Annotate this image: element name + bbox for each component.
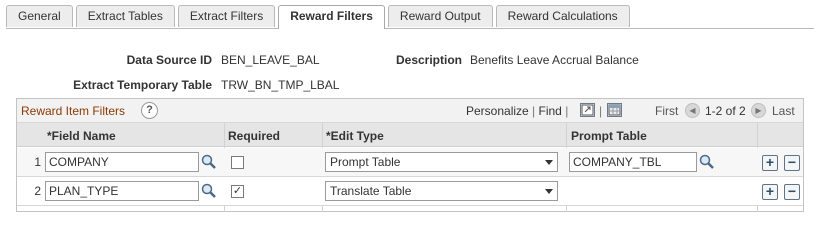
- personalize-link[interactable]: Personalize: [466, 104, 529, 118]
- delete-row-button[interactable]: −: [784, 155, 800, 171]
- extract-temp-table-value: TRW_BN_TMP_LBAL: [221, 78, 340, 92]
- edit-type-value: Translate Table: [330, 184, 412, 198]
- add-row-button[interactable]: +: [762, 184, 778, 200]
- edit-type-select[interactable]: Prompt Table: [325, 152, 558, 172]
- data-source-id-label: Data Source ID: [126, 53, 212, 67]
- tab-bar: General Extract Tables Extract Filters R…: [6, 5, 633, 29]
- prompt-table-input[interactable]: [569, 152, 697, 172]
- column-edit-type: *Edit Type: [326, 129, 384, 143]
- tab-extract-filters[interactable]: Extract Filters: [177, 5, 276, 27]
- next-row-icon[interactable]: ▶: [751, 103, 766, 118]
- add-row-button[interactable]: +: [762, 155, 778, 171]
- chevron-down-icon: [545, 189, 553, 194]
- row-number: 1: [34, 155, 41, 169]
- edit-type-value: Prompt Table: [330, 155, 401, 169]
- tab-divider: [6, 28, 814, 29]
- previous-row-icon[interactable]: ◀: [685, 103, 700, 118]
- description-label: Description: [395, 53, 462, 67]
- required-checkbox[interactable]: [231, 156, 244, 169]
- description-value: Benefits Leave Accrual Balance: [470, 53, 639, 67]
- reward-item-filters-grid: Reward Item Filters ? Personalize | Find…: [16, 98, 804, 212]
- lookup-icon[interactable]: [200, 182, 218, 200]
- tab-reward-output[interactable]: Reward Output: [387, 5, 493, 27]
- data-source-id-value: BEN_LEAVE_BAL: [221, 53, 320, 67]
- required-checkbox[interactable]: ✓: [231, 185, 244, 198]
- row-number: 2: [34, 184, 41, 198]
- tab-extract-tables[interactable]: Extract Tables: [75, 5, 175, 27]
- tab-reward-calculations[interactable]: Reward Calculations: [495, 5, 630, 27]
- lookup-icon[interactable]: [698, 153, 716, 171]
- download-grid-icon[interactable]: [607, 103, 622, 117]
- tab-reward-filters[interactable]: Reward Filters: [278, 5, 385, 29]
- field-name-input[interactable]: [45, 152, 199, 172]
- edit-type-select[interactable]: Translate Table: [325, 181, 558, 201]
- tab-general[interactable]: General: [6, 5, 73, 27]
- first-label: First: [655, 104, 679, 118]
- view-all-icon[interactable]: [580, 103, 595, 117]
- table-row: 2 ✓ Translate Table + −: [17, 177, 803, 206]
- delete-row-button[interactable]: −: [784, 184, 800, 200]
- question-icon[interactable]: ?: [141, 102, 158, 119]
- column-prompt-table: Prompt Table: [571, 129, 647, 143]
- field-name-input[interactable]: [45, 181, 199, 201]
- table-row: 1 Prompt Table + −: [17, 148, 803, 177]
- grid-title: Reward Item Filters: [21, 104, 126, 118]
- grid-header-bar: Reward Item Filters ? Personalize | Find…: [17, 99, 803, 123]
- extract-temp-table-label: Extract Temporary Table: [73, 78, 212, 92]
- column-field-name: *Field Name: [47, 129, 116, 143]
- column-header-row: *Field Name Required *Edit Type Prompt T…: [17, 123, 803, 147]
- chevron-down-icon: [545, 160, 553, 165]
- find-link[interactable]: Find: [539, 104, 562, 118]
- column-required: Required: [228, 129, 281, 143]
- lookup-icon[interactable]: [200, 153, 218, 171]
- row-range: 1-2 of 2: [705, 104, 746, 118]
- last-label: Last: [772, 104, 795, 118]
